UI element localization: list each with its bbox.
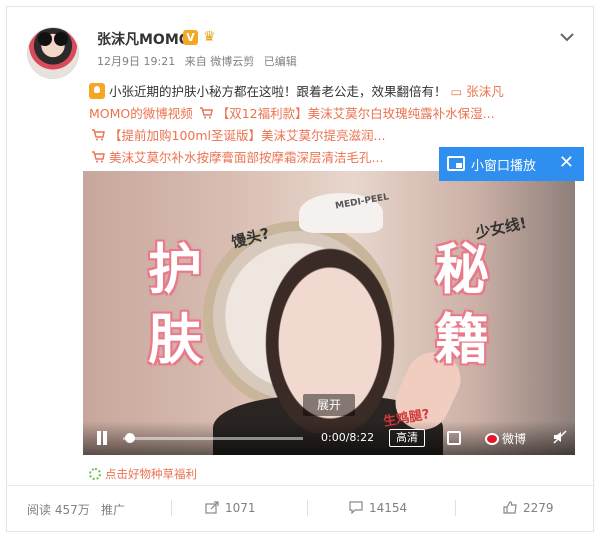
- divider: [171, 500, 172, 516]
- overlay-tag-b: 少女线!: [473, 213, 529, 243]
- video-player[interactable]: MEDI-PEEL 护 肤 秘 籍 馒头? 少女线! 生鸡腿? 展开 0:00/…: [83, 171, 575, 455]
- overlay-char-2: 肤: [148, 308, 202, 371]
- weibo-brand-text: 微博: [502, 432, 527, 446]
- weibo-logo: 微博: [485, 430, 526, 447]
- post-meta: 12月9日 19:21 来自 微博云剪 已编辑: [97, 53, 303, 69]
- author-name[interactable]: 张沫凡MOMO: [97, 29, 191, 49]
- post-source[interactable]: 来自 微博云剪: [185, 55, 255, 68]
- weibo-eye-icon: [485, 433, 499, 445]
- promote-button[interactable]: 推广: [101, 501, 125, 518]
- comment-button[interactable]: 14154: [349, 501, 407, 515]
- promo-link-text: 点击好物种草福利: [105, 467, 197, 481]
- cart-icon: [199, 104, 213, 119]
- cart-icon: [91, 126, 105, 141]
- video-icon: ▭: [450, 84, 463, 99]
- flower-icon: [89, 468, 101, 480]
- mute-icon[interactable]: [553, 430, 567, 444]
- overlay-char-4: 籍: [435, 308, 489, 371]
- close-icon[interactable]: ✕: [559, 152, 574, 174]
- weibo-post-card: 张沫凡MOMO V ♛ 12月9日 19:21 来自 微博云剪 已编辑 小张近期…: [6, 6, 595, 533]
- product-link-3[interactable]: 美沫艾莫尔补水按摩膏面部按摩霜深层清洁毛孔...: [109, 150, 383, 165]
- comment-count: 14154: [369, 501, 408, 515]
- forward-button[interactable]: 1071: [205, 501, 256, 515]
- comment-icon: [349, 501, 363, 515]
- post-text-line1: 小张近期的护肤小秘方都在这啦！跟着老公走，效果翻倍有！: [109, 84, 447, 99]
- overlay-char-3: 秘: [435, 238, 489, 301]
- video-link-part2[interactable]: MOMO的微博视频: [89, 106, 193, 121]
- like-button[interactable]: 2279: [503, 501, 554, 515]
- forward-count: 1071: [225, 501, 256, 515]
- divider: [455, 500, 456, 516]
- chevron-down-icon[interactable]: [557, 27, 577, 47]
- mini-window-label: 小窗口播放: [471, 159, 537, 174]
- video-link[interactable]: ▭ 张沫凡: [451, 84, 504, 99]
- video-controls: 0:00/8:22 高清 微博: [83, 421, 575, 455]
- overlay-char-1: 护: [148, 238, 202, 301]
- progress-knob[interactable]: [125, 433, 135, 443]
- product-link-2[interactable]: 【提前加购100ml圣诞版】美沫艾莫尔提亮滋润...: [109, 128, 385, 143]
- mini-window-icon: [447, 156, 465, 171]
- action-bar: 阅读 457万 推广 1071 14154 2279: [7, 485, 595, 533]
- pause-icon[interactable]: [95, 431, 109, 445]
- promo-link[interactable]: 点击好物种草福利: [89, 466, 197, 482]
- crown-icon: ♛: [203, 29, 216, 45]
- expand-button[interactable]: 展开: [303, 394, 355, 416]
- progress-track[interactable]: [123, 437, 303, 440]
- forward-icon: [205, 501, 219, 514]
- read-count: 阅读 457万: [27, 503, 90, 517]
- fullscreen-icon[interactable]: [447, 431, 461, 445]
- video-link-part1: 张沫凡: [466, 84, 504, 99]
- cart-icon: [91, 148, 105, 163]
- bulb-icon: [89, 83, 105, 99]
- quality-button[interactable]: 高清: [389, 429, 425, 447]
- mini-window-button[interactable]: 小窗口播放 ✕: [439, 147, 584, 181]
- divider: [307, 500, 308, 516]
- like-count: 2279: [523, 501, 554, 515]
- post-edited[interactable]: 已编辑: [264, 55, 297, 68]
- post-date[interactable]: 12月9日 19:21: [97, 55, 175, 68]
- product-link-1[interactable]: 【双12福利款】美沫艾莫尔白玫瑰纯露补水保湿...: [217, 106, 495, 121]
- video-time: 0:00/8:22: [321, 431, 375, 444]
- verified-icon: V: [183, 30, 198, 45]
- avatar[interactable]: [27, 27, 79, 79]
- like-icon: [503, 501, 517, 514]
